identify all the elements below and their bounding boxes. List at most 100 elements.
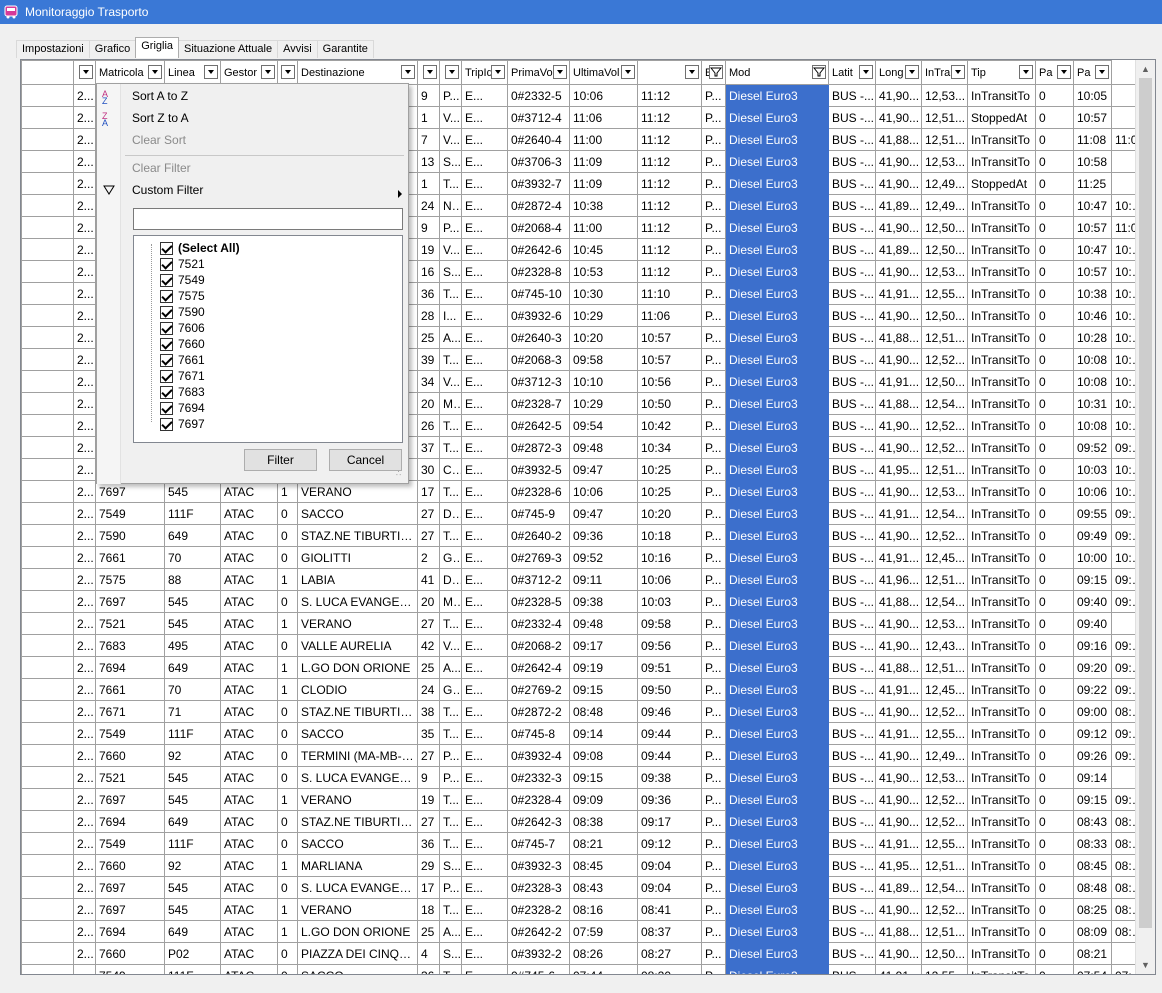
table-cell[interactable]: 0#2642-4 (507, 656, 570, 679)
table-cell[interactable]: BUS -... (828, 150, 876, 173)
table-cell[interactable]: 09:48 (569, 612, 638, 635)
table-cell[interactable]: Diesel Euro3 (725, 876, 829, 899)
table-cell[interactable]: 7549 (95, 722, 165, 745)
table-cell[interactable]: InTransitTo (967, 942, 1036, 965)
table-cell[interactable]: 09:15 (1073, 568, 1112, 591)
filter-value-checkbox[interactable]: 7575 (160, 288, 205, 304)
table-cell[interactable]: 10:30 (569, 282, 638, 305)
table-cell[interactable]: P... (701, 392, 726, 415)
table-cell[interactable]: 10:58 (1073, 150, 1112, 173)
table-cell[interactable]: 2... (73, 238, 96, 261)
table-cell[interactable]: 11:06 (569, 106, 638, 129)
table-cell[interactable]: E... (461, 106, 508, 129)
table-cell[interactable]: 09:55 (1073, 502, 1112, 525)
table-cell[interactable]: 37 (417, 436, 440, 459)
table-cell[interactable]: 0#2328-3 (507, 876, 570, 899)
table-cell[interactable]: 0#3712-2 (507, 568, 570, 591)
table-cell[interactable]: 0 (1035, 480, 1074, 503)
table-cell[interactable]: 0 (1035, 326, 1074, 349)
table-cell[interactable]: 2... (73, 128, 96, 151)
column-header[interactable]: InTransit (921, 60, 968, 85)
table-cell[interactable]: Diesel Euro3 (725, 150, 829, 173)
table-cell[interactable]: 41,90... (875, 810, 922, 833)
table-cell[interactable]: P... (701, 634, 726, 657)
table-cell[interactable]: 12,51... (921, 568, 968, 591)
row-header[interactable] (21, 458, 74, 481)
table-cell[interactable]: 0#2068-2 (507, 634, 570, 657)
table-cell[interactable]: P... (701, 128, 726, 151)
table-cell[interactable]: P... (701, 876, 726, 899)
table-cell[interactable]: 09:46 (637, 700, 702, 723)
table-cell[interactable]: 2... (73, 150, 96, 173)
table-cell[interactable]: 09:12 (637, 832, 702, 855)
table-cell[interactable]: 41 (417, 568, 440, 591)
table-cell[interactable]: 12,53... (921, 612, 968, 635)
table-cell[interactable]: VERANO (297, 788, 418, 811)
table-cell[interactable]: 10:28 (1073, 326, 1112, 349)
table-cell[interactable]: 41,91... (875, 546, 922, 569)
table-cell[interactable]: InTransitTo (967, 832, 1036, 855)
table-cell[interactable]: Diesel Euro3 (725, 920, 829, 943)
resize-grip-icon[interactable]: ∴ (396, 470, 406, 481)
table-cell[interactable]: BUS -... (828, 414, 876, 437)
table-cell[interactable]: Diesel Euro3 (725, 370, 829, 393)
row-header[interactable] (21, 568, 74, 591)
table-cell[interactable]: 0#2328-5 (507, 590, 570, 613)
table-cell[interactable]: 10:29 (569, 304, 638, 327)
table-cell[interactable]: 0 (1035, 414, 1074, 437)
table-cell[interactable]: 12,51... (921, 458, 968, 481)
table-cell[interactable]: 12,49... (921, 744, 968, 767)
column-header[interactable]: UltimaVol (569, 60, 638, 85)
table-cell[interactable]: 0#2328-6 (507, 480, 570, 503)
table-cell[interactable]: 0#2640-3 (507, 326, 570, 349)
table-cell[interactable]: 545 (164, 590, 221, 613)
table-cell[interactable]: 0#2769-2 (507, 678, 570, 701)
table-cell[interactable]: 25 (417, 326, 440, 349)
table-row[interactable]: 2... 7549 111F ATAC 0 SACCO 35 T... E... 0#745-8 0… (21, 722, 1146, 745)
row-header[interactable] (21, 128, 74, 151)
table-cell[interactable]: 2 (417, 546, 440, 569)
row-header[interactable] (21, 546, 74, 569)
table-cell[interactable]: 0#2642-6 (507, 238, 570, 261)
table-cell[interactable]: 41,90... (875, 260, 922, 283)
checked-checkbox-icon[interactable] (160, 369, 173, 383)
table-cell[interactable]: 10:57 (637, 348, 702, 371)
table-cell[interactable]: 35 (417, 722, 440, 745)
table-cell[interactable]: 07:44 (569, 964, 638, 974)
table-cell[interactable]: 41,90... (875, 348, 922, 371)
tab-impostazioni[interactable]: Impostazioni (16, 40, 90, 58)
table-cell[interactable]: 7549 (95, 964, 165, 974)
table-cell[interactable]: 09:44 (637, 722, 702, 745)
table-cell[interactable]: 24 (417, 678, 440, 701)
table-cell[interactable]: E... (461, 194, 508, 217)
table-cell[interactable]: BUS -... (828, 436, 876, 459)
row-header[interactable] (21, 722, 74, 745)
filter-value-checkbox[interactable]: 7606 (160, 320, 205, 336)
table-cell[interactable]: 41,90... (875, 700, 922, 723)
table-cell[interactable]: 0 (1035, 304, 1074, 327)
table-cell[interactable]: 0 (1035, 634, 1074, 657)
table-cell[interactable]: T... (439, 700, 462, 723)
table-cell[interactable]: ATAC (220, 898, 278, 921)
table-cell[interactable]: 41,90... (875, 612, 922, 635)
table-cell[interactable]: Diesel Euro3 (725, 612, 829, 635)
row-header[interactable] (21, 788, 74, 811)
table-cell[interactable]: 12,50... (921, 370, 968, 393)
filter-dropdown-icon[interactable] (1095, 65, 1109, 79)
table-cell[interactable]: 41,96... (875, 568, 922, 591)
table-cell[interactable]: P... (701, 480, 726, 503)
table-cell[interactable]: 0#745-7 (507, 832, 570, 855)
table-cell[interactable]: Diesel Euro3 (725, 810, 829, 833)
table-cell[interactable]: P... (701, 326, 726, 349)
filter-dropdown-icon[interactable] (859, 65, 873, 79)
table-cell[interactable]: 0 (1035, 128, 1074, 151)
table-cell[interactable]: Diesel Euro3 (725, 524, 829, 547)
row-header[interactable] (21, 612, 74, 635)
table-cell[interactable]: InTransitTo (967, 678, 1036, 701)
table-cell[interactable]: ATAC (220, 920, 278, 943)
table-cell[interactable]: 7549 (95, 502, 165, 525)
table-cell[interactable]: STAZ.NE TIBURTIN... (297, 810, 418, 833)
table-cell[interactable]: 10:57 (1073, 216, 1112, 239)
table-cell[interactable]: S... (439, 854, 462, 877)
table-cell[interactable]: 0 (1035, 656, 1074, 679)
